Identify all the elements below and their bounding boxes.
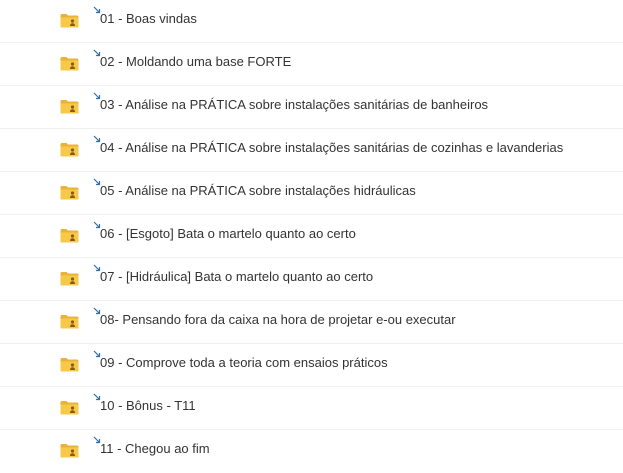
folder-name: 02 - Moldando uma base FORTE (100, 54, 292, 69)
folder-row[interactable]: 06 - [Esgoto] Bata o martelo quanto ao c… (0, 215, 623, 258)
folder-name: 10 - Bônus - T11 (100, 398, 196, 413)
folder-row[interactable]: 07 - [Hidráulica] Bata o martelo quanto … (0, 258, 623, 301)
folder-row[interactable]: 05 - Análise na PRÁTICA sobre instalaçõe… (0, 172, 623, 215)
folder-name: 08- Pensando fora da caixa na hora de pr… (100, 312, 456, 327)
folder-name: 11 - Chegou ao fim (100, 441, 210, 456)
shared-folder-icon (60, 315, 79, 329)
shared-folder-icon (60, 57, 79, 71)
folder-list: 01 - Boas vindas 02 - Moldando uma base … (0, 0, 623, 473)
shared-folder-icon (60, 358, 79, 372)
shared-folder-icon (60, 272, 79, 286)
shared-folder-icon (60, 186, 79, 200)
folder-name: 07 - [Hidráulica] Bata o martelo quanto … (100, 269, 374, 284)
folder-name: 01 - Boas vindas (100, 11, 197, 26)
folder-row[interactable]: 08- Pensando fora da caixa na hora de pr… (0, 301, 623, 344)
folder-row[interactable]: 03 - Análise na PRÁTICA sobre instalaçõe… (0, 86, 623, 129)
folder-name: 04 - Análise na PRÁTICA sobre instalaçõe… (100, 140, 564, 155)
folder-row[interactable]: 01 - Boas vindas (0, 0, 623, 43)
folder-row[interactable]: 04 - Análise na PRÁTICA sobre instalaçõe… (0, 129, 623, 172)
shared-folder-icon (60, 100, 79, 114)
folder-name: 06 - [Esgoto] Bata o martelo quanto ao c… (100, 226, 356, 241)
shared-folder-icon (60, 229, 79, 243)
shared-folder-icon (60, 14, 79, 28)
folder-name: 09 - Comprove toda a teoria com ensaios … (100, 355, 388, 370)
shared-folder-icon (60, 444, 79, 458)
folder-name: 05 - Análise na PRÁTICA sobre instalaçõe… (100, 183, 416, 198)
folder-row[interactable]: 02 - Moldando uma base FORTE (0, 43, 623, 86)
shared-folder-icon (60, 401, 79, 415)
folder-row[interactable]: 10 - Bônus - T11 (0, 387, 623, 430)
shared-folder-icon (60, 143, 79, 157)
folder-name: 03 - Análise na PRÁTICA sobre instalaçõe… (100, 97, 489, 112)
folder-row[interactable]: 09 - Comprove toda a teoria com ensaios … (0, 344, 623, 387)
